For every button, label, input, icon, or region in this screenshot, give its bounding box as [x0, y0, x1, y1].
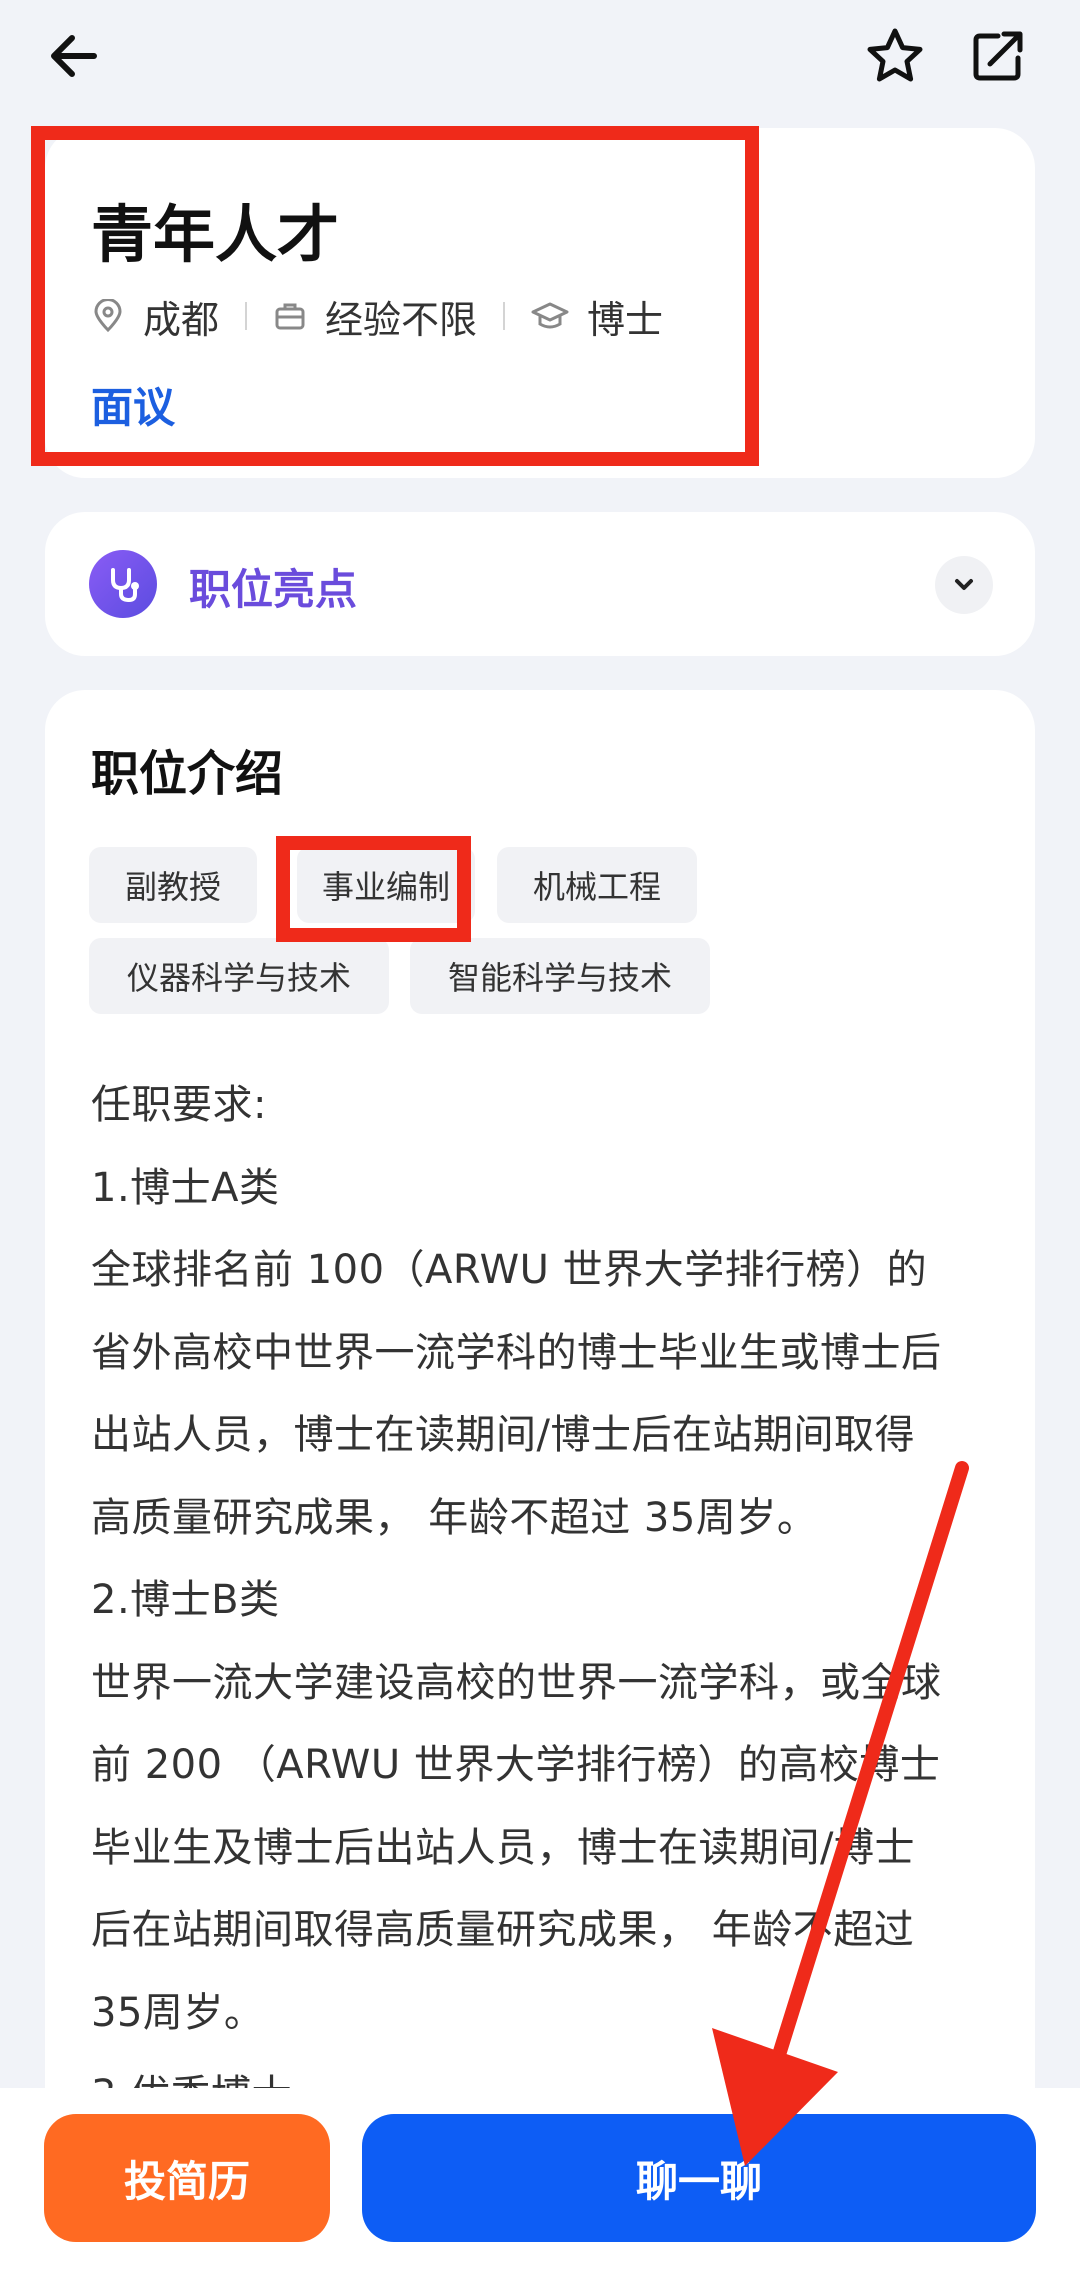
graduation-cap-icon — [531, 302, 569, 329]
tag-item: 智能科学与技术 — [410, 938, 710, 1014]
description-line: 35周岁。 — [91, 1989, 265, 2036]
description-line: 出站人员，博士在读期间/博士后在站期间取得 — [91, 1412, 915, 1458]
description-line: 任职要求: — [91, 1082, 267, 1128]
salary-text: 面议 — [91, 383, 176, 432]
chat-button[interactable]: 聊一聊 — [362, 2114, 1036, 2242]
expand-button[interactable] — [935, 556, 993, 614]
position-highlights-card[interactable]: 职位亮点 — [45, 512, 1035, 656]
education-text: 博士 — [587, 297, 664, 342]
tag-item: 仪器科学与技术 — [89, 938, 389, 1014]
briefcase-icon — [275, 303, 305, 330]
meta-divider — [245, 302, 248, 330]
star-outline-icon — [867, 28, 923, 82]
description-line: 2.博士B类 — [91, 1577, 280, 1623]
position-intro-card: 职位介绍 副教授 事业编制 机械工程 仪器科学与技术 智能科学与技术 任职要求:… — [45, 690, 1035, 2269]
description-line: 全球排名前 100（ARWU 世界大学排行榜）的 — [91, 1247, 928, 1293]
stethoscope-badge-icon — [89, 550, 157, 618]
description-line: 毕业生及博士后出站人员，博士在读期间/博士 — [91, 1824, 915, 1871]
job-title: 青年人才 — [91, 198, 340, 271]
meta-location: 成都 — [91, 289, 219, 344]
description-line: 省外高校中世界一流学科的博士毕业生或博士后 — [91, 1329, 942, 1376]
tag-item: 副教授 — [89, 847, 257, 923]
job-meta-row: 成都 经验不限 博士 — [91, 288, 663, 344]
description-line: 世界一流大学建设高校的世界一流学科，或全球 — [91, 1659, 942, 1706]
submit-resume-button[interactable]: 投简历 — [44, 2114, 330, 2242]
favorite-button[interactable] — [855, 16, 935, 96]
arrow-left-icon — [51, 35, 97, 77]
tag-item: 机械工程 — [497, 847, 697, 923]
back-button[interactable] — [34, 16, 114, 96]
location-text: 成都 — [143, 297, 220, 342]
share-button[interactable] — [958, 16, 1038, 96]
top-bar — [0, 0, 1080, 120]
highlights-label: 职位亮点 — [189, 565, 358, 614]
meta-divider — [503, 302, 506, 330]
description-line: 后在站期间取得高质量研究成果， 年龄不超过 — [91, 1907, 915, 1953]
description-line: 高质量研究成果， 年龄不超过 35周岁。 — [91, 1494, 818, 1541]
meta-education: 博士 — [531, 289, 663, 344]
job-summary-card: 青年人才 成都 经验不限 博士 面议 — [45, 128, 1035, 478]
chevron-down-icon — [955, 579, 973, 590]
meta-experience: 经验不限 — [273, 289, 477, 344]
description-line: 前 200 （ARWU 世界大学排行榜）的高校博士 — [91, 1742, 941, 1788]
experience-text: 经验不限 — [325, 297, 478, 342]
share-external-icon — [973, 31, 1023, 81]
description-line: 1.博士A类 — [91, 1164, 280, 1211]
location-pin-icon — [94, 299, 122, 333]
intro-heading: 职位介绍 — [91, 746, 284, 802]
tag-item: 事业编制 — [297, 847, 475, 923]
job-description: 任职要求: 1.博士A类 全球排名前 100（ARWU 世界大学排行榜）的 省外… — [91, 1064, 1011, 2137]
bottom-action-bar: 投简历 聊一聊 — [0, 2088, 1080, 2269]
